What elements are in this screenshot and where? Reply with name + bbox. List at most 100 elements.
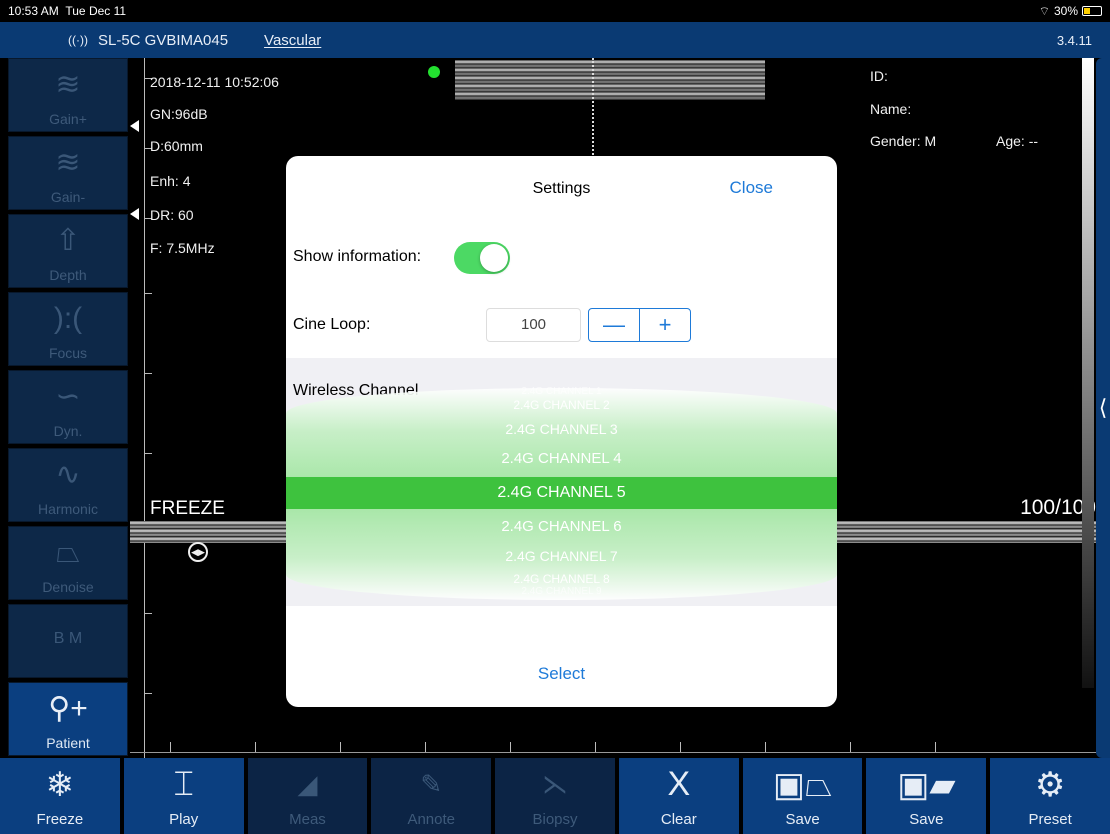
chevron-left-icon: ⟨	[1098, 395, 1108, 420]
gain-down-button[interactable]: ≋ Gain-	[8, 136, 128, 210]
save-video-label: Save	[909, 811, 944, 828]
grayscale-bar	[1082, 58, 1094, 688]
clear-label: Clear	[660, 811, 697, 828]
annotate-button[interactable]: ✎ Annote	[371, 758, 492, 834]
depth-ruler	[144, 58, 145, 758]
save-image-button[interactable]: ▣⏢ Save	[742, 758, 863, 834]
toggle-knob	[480, 244, 508, 272]
focus-marker-icon	[130, 120, 139, 132]
biopsy-label: Biopsy	[532, 811, 578, 828]
save-image-icon: ▣⏢	[772, 765, 833, 804]
centerline	[592, 58, 594, 158]
freeze-button[interactable]: ❄ Freeze	[0, 758, 120, 834]
increment-button[interactable]: +	[639, 309, 690, 341]
gain-up-button[interactable]: ≋ Gain+	[8, 58, 128, 132]
wireless-signal-icon: ((·))	[68, 33, 88, 47]
channel-option[interactable]: 2.4G CHANNEL 7	[286, 548, 837, 564]
measure-icon: ◢	[297, 769, 318, 799]
clear-button[interactable]: X Clear	[618, 758, 739, 834]
ruler-tick	[850, 742, 851, 752]
biopsy-button[interactable]: ⋋ Biopsy	[495, 758, 615, 834]
exam-mode-link[interactable]: Vascular	[264, 32, 321, 49]
denoise-icon: ⏢	[56, 536, 80, 569]
play-button[interactable]: ⌶ Play	[123, 758, 244, 834]
biopsy-icon: ⋋	[542, 769, 569, 799]
channel-option[interactable]: 2.4G CHANNEL 4	[286, 450, 837, 467]
channel-option[interactable]: 2.4G CHANNEL 3	[286, 421, 837, 437]
patient-icon: ⚲+	[48, 692, 88, 725]
denoise-button[interactable]: ⏢ Denoise	[8, 526, 128, 600]
depth-button[interactable]: ⇧ Depth	[8, 214, 128, 288]
patient-button[interactable]: ⚲+ Patient	[8, 682, 128, 756]
app-header: ((·)) SL-5C GVBIMA045 Vascular 3.4.11	[0, 22, 1110, 58]
bm-mode-button[interactable]: B M	[8, 604, 128, 678]
gain-value: GN:96dB	[150, 106, 208, 122]
channel-option[interactable]: 2.4G CHANNEL 8	[286, 572, 837, 586]
frequency-value: F: 7.5MHz	[150, 240, 215, 256]
patient-name: Name:	[870, 101, 912, 117]
settings-dialog: Settings Close Show information: Cine Lo…	[286, 156, 837, 707]
enhance-value: Enh: 4	[150, 173, 191, 189]
channel-option-selected[interactable]: 2.4G CHANNEL 5	[286, 477, 837, 509]
battery-percent: 30%	[1053, 4, 1078, 18]
dynamic-range-button[interactable]: ∽ Dyn.	[8, 370, 128, 444]
select-button[interactable]: Select	[286, 664, 837, 684]
gain-down-icon: ≋	[55, 146, 81, 179]
snowflake-icon: ❄	[45, 765, 75, 804]
focus-button[interactable]: ):( Focus	[8, 292, 128, 366]
dynamic-range-value: DR: 60	[150, 207, 194, 223]
ruler-tick	[144, 693, 152, 694]
ruler-tick	[144, 613, 152, 614]
channel-option[interactable]: 2.4G CHANNEL 2	[286, 398, 837, 412]
channel-option[interactable]: 2.4G CHANNEL 6	[286, 518, 837, 535]
gear-icon: ⚙	[1034, 765, 1066, 804]
freeze-label: Freeze	[36, 811, 84, 828]
depth-icon: ⇧	[55, 224, 81, 257]
channel-option[interactable]: 2.4G CHANNEL 1	[286, 386, 837, 397]
focus-icon: ):(	[53, 302, 83, 335]
ruler-tick	[144, 293, 152, 294]
channel-option[interactable]: 2.4G CHANNEL 9	[286, 586, 837, 597]
cine-scrub-handle[interactable]: ◀▶	[188, 542, 208, 562]
measure-button[interactable]: ◢ Meas	[247, 758, 368, 834]
ruler-tick	[935, 742, 936, 752]
side-panel-handle[interactable]: ⟨	[1096, 58, 1110, 758]
depth-value: D:60mm	[150, 138, 203, 154]
save-image-label: Save	[785, 811, 820, 828]
play-frames-icon: ⌶	[173, 765, 194, 803]
gain-down-label: Gain-	[50, 189, 86, 205]
harmonic-icon: ∿	[55, 458, 81, 491]
date: Tue Dec 11	[65, 4, 127, 18]
patient-label: Patient	[46, 735, 90, 751]
patient-id: ID:	[870, 68, 888, 84]
ruler-tick	[595, 742, 596, 752]
ruler-tick	[425, 742, 426, 752]
ultrasound-image	[455, 60, 765, 100]
ruler-tick	[680, 742, 681, 752]
bm-mode-icon: B M	[53, 630, 83, 647]
connection-status-dot	[428, 66, 440, 78]
app-version: 3.4.11	[1056, 32, 1092, 48]
depth-label: Depth	[49, 267, 87, 283]
cine-loop-field[interactable]: 100	[486, 308, 581, 342]
preset-button[interactable]: ⚙ Preset	[990, 758, 1110, 834]
save-video-button[interactable]: ▣▰ Save	[866, 758, 987, 834]
device-name: SL-5C GVBIMA045	[97, 31, 229, 49]
preset-label: Preset	[1028, 811, 1072, 828]
decrement-button[interactable]: —	[589, 309, 639, 341]
harmonic-button[interactable]: ∿ Harmonic	[8, 448, 128, 522]
cine-loop-label: Cine Loop:	[293, 316, 371, 333]
ruler-tick	[144, 453, 152, 454]
ruler-tick	[170, 742, 171, 752]
close-button[interactable]: Close	[730, 178, 773, 198]
annotate-label: Annote	[407, 811, 455, 828]
dynamic-range-icon: ∽	[55, 380, 81, 413]
ruler-tick	[765, 742, 766, 752]
cine-loop-stepper: — +	[588, 308, 691, 342]
battery-icon	[1082, 6, 1102, 16]
play-label: Play	[169, 811, 199, 828]
show-information-toggle[interactable]	[454, 242, 510, 274]
patient-age: Age: --	[996, 133, 1039, 149]
measure-label: Meas	[289, 811, 326, 828]
channel-picker[interactable]: 2.4G CHANNEL 1 2.4G CHANNEL 2 2.4G CHANN…	[286, 386, 837, 600]
